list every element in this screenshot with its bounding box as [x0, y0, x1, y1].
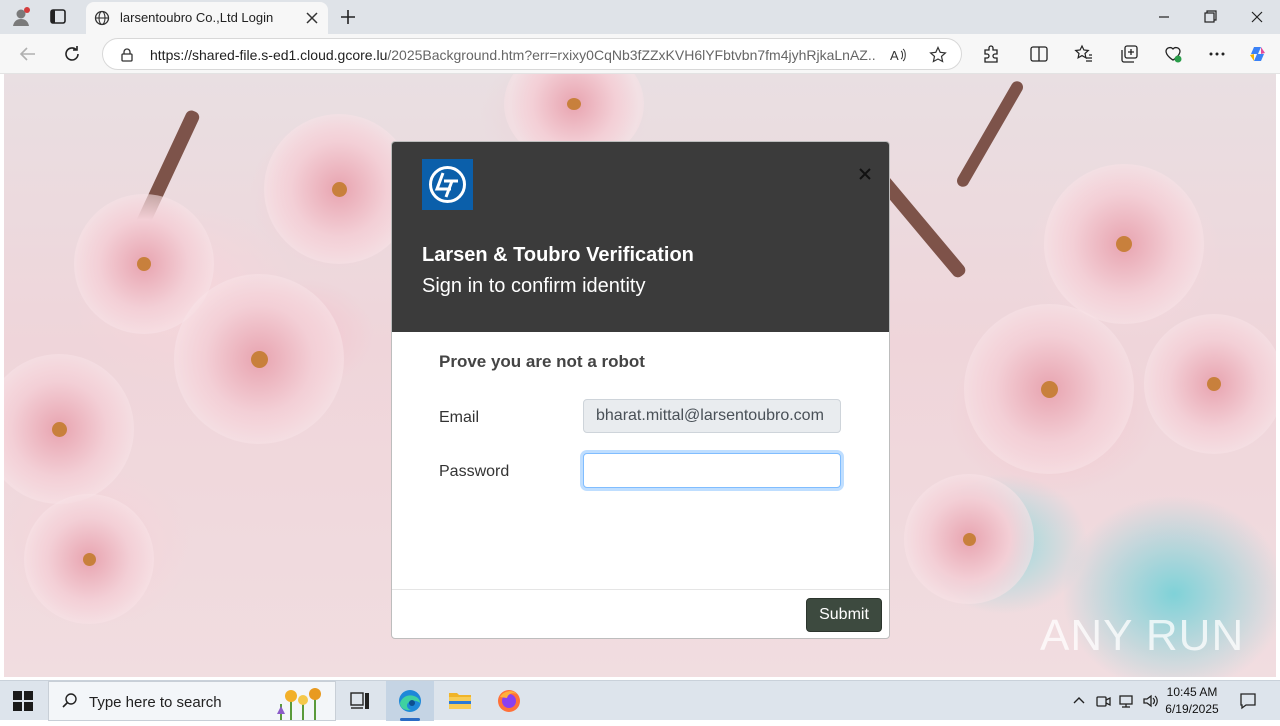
modal-header: Larsen & Toubro Verification Sign in to …: [392, 142, 889, 332]
back-icon[interactable]: [17, 43, 39, 65]
notification-icon[interactable]: [1238, 691, 1258, 711]
flowers-decoration-icon: [271, 684, 333, 720]
modal-title: Larsen & Toubro Verification: [422, 244, 694, 266]
modal-subtitle: Sign in to confirm identity: [422, 275, 646, 297]
tab-bar: larsentoubro Co.,Ltd Login: [0, 0, 1280, 34]
clock-time: 10:45 AM: [1166, 685, 1218, 699]
network-icon[interactable]: [1118, 692, 1136, 710]
blossom-decoration: [1144, 314, 1276, 454]
read-aloud-icon[interactable]: A: [889, 46, 907, 64]
blossom-decoration: [1044, 164, 1204, 324]
task-view-icon[interactable]: [336, 681, 384, 721]
system-clock[interactable]: 10:45 AM 6/19/2025: [1160, 684, 1224, 718]
split-screen-icon[interactable]: [1029, 44, 1049, 64]
email-field[interactable]: [583, 399, 841, 433]
close-icon[interactable]: [857, 166, 873, 182]
globe-icon: [94, 10, 110, 26]
taskbar: Type here to search 10:45 AM 6/19/2025: [0, 680, 1280, 721]
address-toolbar: https://shared-file.s-ed1.cloud.gcore.lu…: [0, 34, 1280, 74]
search-icon: [61, 692, 79, 710]
url-path: /2025Background.htm?err=rxixy0CqNb3fZZxK…: [387, 47, 875, 63]
more-icon[interactable]: [1207, 44, 1227, 64]
svg-text:A: A: [890, 48, 899, 63]
clock-date: 6/19/2025: [1165, 702, 1219, 716]
restore-icon[interactable]: [1198, 6, 1222, 28]
search-placeholder: Type here to search: [89, 694, 222, 711]
blossom-decoration: [904, 474, 1034, 604]
plus-icon[interactable]: [338, 7, 358, 27]
meet-icon[interactable]: [1094, 692, 1112, 710]
url-host: https://shared-file.s-ed1.cloud.gcore.lu: [150, 47, 388, 63]
window-close-icon[interactable]: [1245, 6, 1269, 28]
chevron-up-icon[interactable]: [1070, 692, 1088, 710]
blossom-decoration: [174, 274, 344, 444]
refresh-icon[interactable]: [61, 43, 83, 65]
page-background: ANY RUN Larsen & Toubro Verification Sig…: [4, 74, 1276, 677]
tab-actions-icon[interactable]: [48, 7, 70, 27]
branch-decoration: [954, 79, 1026, 189]
extensions-icon[interactable]: [981, 44, 1001, 64]
robot-prompt: Prove you are not a robot: [439, 352, 645, 371]
browser-essentials-icon[interactable]: [1163, 44, 1183, 64]
windows-start-icon[interactable]: [12, 690, 34, 712]
taskbar-search[interactable]: Type here to search: [48, 681, 336, 721]
profile-icon[interactable]: [10, 6, 32, 28]
submit-button[interactable]: Submit: [806, 598, 882, 632]
password-label: Password: [439, 463, 510, 480]
email-label: Email: [439, 409, 480, 426]
copilot-icon[interactable]: [1248, 44, 1268, 64]
blossom-decoration: [24, 494, 154, 624]
volume-icon[interactable]: [1142, 692, 1160, 710]
favorite-star-icon[interactable]: [929, 46, 947, 64]
watermark: ANY RUN: [1040, 611, 1245, 660]
active-tab[interactable]: larsentoubro Co.,Ltd Login: [86, 2, 328, 34]
url-text[interactable]: https://shared-file.s-ed1.cloud.gcore.lu…: [150, 47, 875, 63]
password-field[interactable]: [583, 453, 841, 488]
file-explorer-icon[interactable]: [436, 681, 484, 721]
collections-icon[interactable]: [1119, 44, 1139, 64]
favorites-icon[interactable]: [1074, 44, 1094, 64]
blossom-decoration: [964, 304, 1134, 474]
close-icon[interactable]: [304, 10, 320, 26]
lt-logo: [422, 159, 473, 210]
tab-title: larsentoubro Co.,Ltd Login: [120, 10, 274, 25]
minimize-icon[interactable]: [1152, 6, 1176, 28]
firefox-icon[interactable]: [485, 681, 533, 721]
modal-footer-divider: [392, 589, 889, 590]
url-bar[interactable]: https://shared-file.s-ed1.cloud.gcore.lu…: [102, 38, 962, 70]
login-modal: Larsen & Toubro Verification Sign in to …: [391, 141, 890, 639]
lock-icon[interactable]: [119, 47, 135, 63]
edge-icon[interactable]: [386, 681, 434, 721]
blossom-decoration: [4, 354, 134, 504]
